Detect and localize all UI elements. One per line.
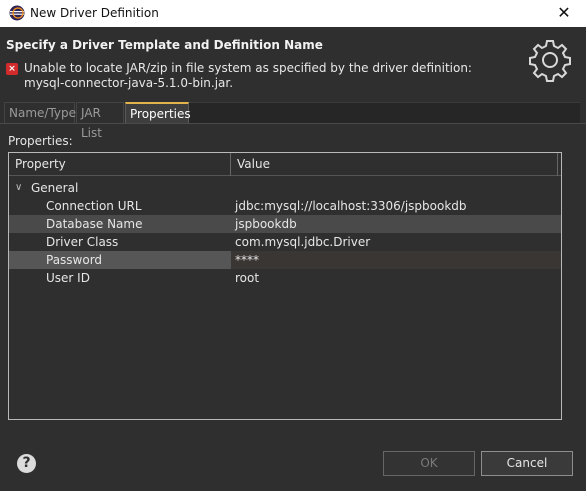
- property-name: Password: [46, 253, 103, 267]
- error-message-line1: Unable to locate JAR/zip in file system …: [24, 61, 472, 75]
- property-name: User ID: [46, 271, 90, 285]
- tab-bar-filler: [189, 102, 580, 123]
- table-header: Property Value: [9, 153, 561, 176]
- property-name: Connection URL: [46, 199, 142, 213]
- tab-jar-list[interactable]: JAR List: [76, 102, 124, 140]
- tree-group-general[interactable]: ∨ General: [9, 179, 561, 197]
- table-row[interactable]: User ID root: [9, 269, 561, 287]
- page-heading: Specify a Driver Template and Definition…: [6, 38, 323, 52]
- table-row[interactable]: Driver Class com.mysql.jdbc.Driver: [9, 233, 561, 251]
- tab-properties[interactable]: Properties: [125, 102, 191, 124]
- window-title: New Driver Definition: [30, 6, 159, 20]
- column-header-value[interactable]: Value: [231, 153, 558, 176]
- properties-table[interactable]: Property Value ∨ General Connection URL …: [8, 152, 562, 420]
- property-value[interactable]: com.mysql.jdbc.Driver: [231, 233, 561, 251]
- help-icon[interactable]: ?: [17, 454, 36, 473]
- error-message-line2: mysql-connector-java-5.1.0-bin.jar.: [24, 76, 234, 90]
- table-row[interactable]: Database Name jspbookdb: [9, 215, 561, 233]
- property-value[interactable]: ****: [231, 251, 561, 269]
- gear-icon: [529, 40, 571, 82]
- chevron-down-icon[interactable]: ∨: [15, 179, 22, 197]
- property-value[interactable]: jdbc:mysql://localhost:3306/jspbookdb: [231, 197, 561, 215]
- tab-divider: [0, 123, 586, 124]
- tab-name-type[interactable]: Name/Type: [4, 102, 76, 124]
- error-icon: ×: [6, 63, 18, 75]
- property-name: Database Name: [46, 217, 143, 231]
- property-value[interactable]: jspbookdb: [231, 215, 561, 233]
- tab-bar: Name/Type JAR List Properties: [0, 100, 586, 140]
- ok-button[interactable]: OK: [383, 451, 475, 476]
- column-header-property[interactable]: Property: [9, 153, 231, 176]
- title-bar: New Driver Definition ✕: [0, 0, 586, 27]
- property-name: Driver Class: [46, 235, 119, 249]
- properties-label: Properties:: [8, 134, 73, 148]
- dialog-header: Specify a Driver Template and Definition…: [0, 27, 586, 93]
- group-label: General: [31, 181, 79, 195]
- close-button[interactable]: ✕: [554, 3, 574, 23]
- table-row[interactable]: Connection URL jdbc:mysql://localhost:33…: [9, 197, 561, 215]
- property-value[interactable]: root: [231, 269, 561, 287]
- table-row[interactable]: Password ****: [9, 251, 561, 269]
- eclipse-icon: [9, 5, 25, 21]
- cancel-button[interactable]: Cancel: [481, 451, 573, 476]
